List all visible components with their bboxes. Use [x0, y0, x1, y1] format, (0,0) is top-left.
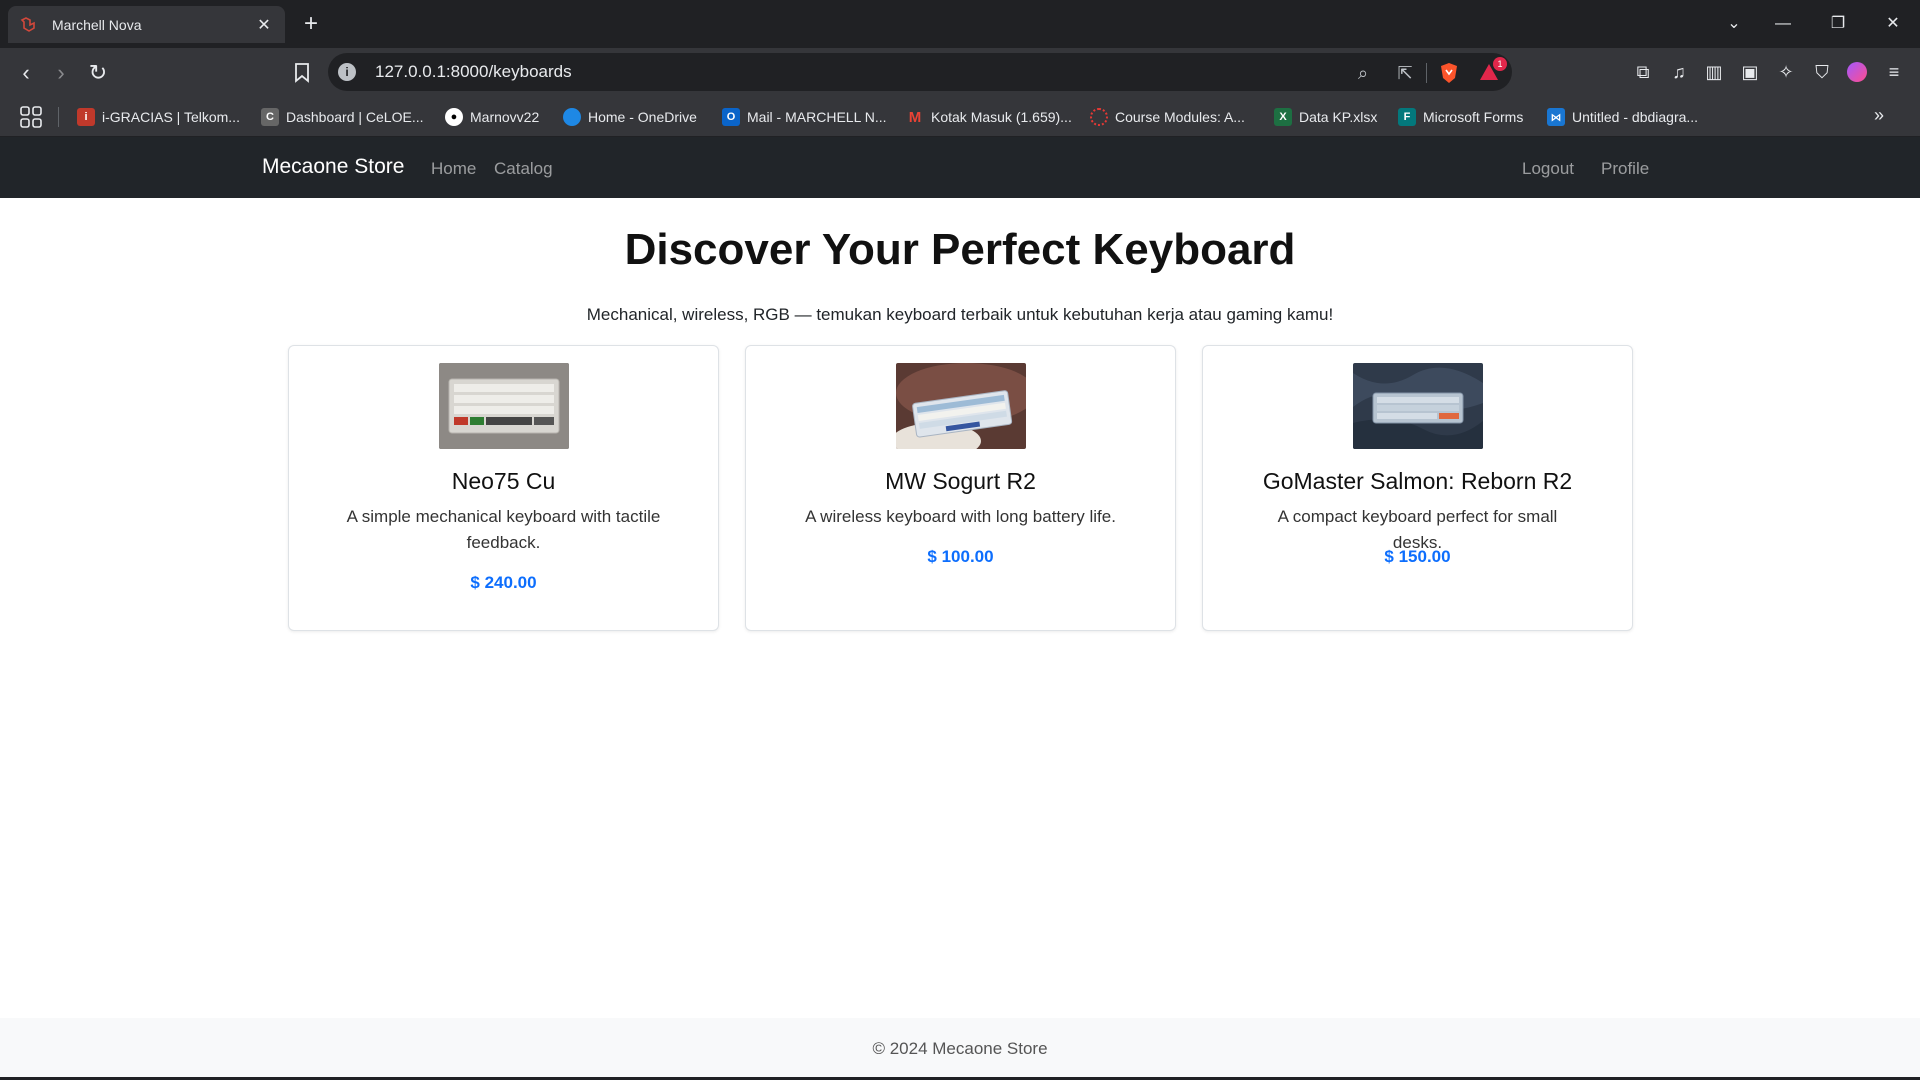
bookmark-igracias[interactable]: i i-GRACIAS | Telkom... — [77, 105, 240, 129]
extensions-puzzle-icon[interactable]: ⧉ — [1630, 59, 1656, 85]
browser-tab-strip: Marchell Nova ✕ + ⌄ — ❐ ✕ — [0, 0, 1920, 48]
zoom-icon[interactable]: ⌕ — [1352, 62, 1374, 84]
product-title[interactable]: Neo75 Cu — [289, 468, 718, 495]
forms-icon: F — [1398, 108, 1416, 126]
more-bookmarks-chevron-icon[interactable]: » — [1874, 105, 1884, 126]
restore-window-icon[interactable]: ❐ — [1826, 12, 1850, 36]
bookmarks-bar: i i-GRACIAS | Telkom... C Dashboard | Ce… — [0, 97, 1920, 137]
gmail-icon: M — [908, 108, 922, 126]
vpn-shield-icon[interactable]: ⛉ — [1809, 59, 1835, 85]
address-url[interactable]: 127.0.0.1:8000/keyboards — [375, 62, 572, 82]
product-title[interactable]: MW Sogurt R2 — [746, 468, 1175, 495]
product-image — [438, 363, 569, 449]
page-title: Discover Your Perfect Keyboard — [624, 225, 1296, 274]
new-tab-button[interactable]: + — [298, 11, 324, 37]
reload-icon[interactable]: ↻ — [84, 59, 112, 87]
site-footer: © 2024 Mecaone Store — [0, 1018, 1920, 1080]
sidebar-icon[interactable]: ▥ — [1701, 59, 1727, 85]
nav-link-catalog[interactable]: Catalog — [494, 159, 553, 179]
bookmark-celoe-dashboard[interactable]: C Dashboard | CeLOE... — [261, 105, 423, 129]
rewards-badge: 1 — [1493, 57, 1507, 71]
bookmark-label: Kotak Masuk (1.659)... — [931, 109, 1072, 125]
media-music-icon[interactable]: ♫ — [1666, 59, 1692, 85]
close-window-icon[interactable]: ✕ — [1881, 12, 1905, 36]
laravel-favicon-icon — [20, 16, 35, 32]
bookmark-data-kp[interactable]: X Data KP.xlsx — [1274, 105, 1377, 129]
bookmark-icon[interactable] — [288, 59, 316, 87]
tab-close-icon[interactable]: ✕ — [253, 14, 275, 36]
bookmark-label: Marnovv22 — [470, 109, 540, 125]
bookmark-label: Microsoft Forms — [1423, 109, 1524, 125]
nav-link-profile[interactable]: Profile — [1601, 159, 1649, 179]
forward-arrow-icon[interactable]: › — [47, 59, 75, 87]
product-price: $ 150.00 — [1384, 547, 1451, 566]
address-bar[interactable]: i 127.0.0.1:8000/keyboards ⌕ ⇱ 1 — [328, 53, 1512, 91]
onedrive-icon — [563, 108, 581, 126]
bookmark-label: Home - OneDrive — [588, 109, 697, 125]
wallet-icon[interactable]: ▣ — [1737, 59, 1763, 85]
product-description: A wireless keyboard with long battery li… — [805, 507, 1116, 526]
site-navbar: Mecaone Store Home Catalog Logout Profil… — [0, 137, 1920, 198]
product-image — [1352, 363, 1483, 449]
minimize-window-icon[interactable]: — — [1771, 12, 1795, 36]
product-price: $ 100.00 — [927, 547, 994, 566]
apps-grid-icon[interactable] — [20, 106, 42, 128]
back-arrow-icon[interactable]: ‹ — [12, 59, 40, 87]
bookmark-gmail[interactable]: M Kotak Masuk (1.659)... — [906, 105, 1072, 129]
bookmark-label: Dashboard | CeLOE... — [286, 109, 424, 125]
product-price: $ 240.00 — [470, 573, 537, 592]
outlook-icon: O — [722, 108, 740, 126]
product-title[interactable]: GoMaster Salmon: Reborn R2 — [1203, 468, 1632, 495]
dbdiagram-icon: ⋈ — [1547, 108, 1565, 126]
bookmark-microsoft-forms[interactable]: F Microsoft Forms — [1398, 105, 1523, 129]
bookmark-label: Mail - MARCHELL N... — [747, 109, 887, 125]
bookmark-label: Data KP.xlsx — [1299, 109, 1378, 125]
bookmark-onedrive[interactable]: Home - OneDrive — [563, 105, 697, 129]
celoe-icon: C — [261, 108, 279, 126]
nav-link-home[interactable]: Home — [431, 159, 476, 179]
bookmark-label: Untitled - dbdiagra... — [1572, 109, 1699, 125]
omnibox-divider — [1426, 63, 1427, 83]
product-card[interactable]: GoMaster Salmon: Reborn R2 A compact key… — [1202, 345, 1633, 631]
excel-icon: X — [1274, 108, 1292, 126]
leo-ai-icon[interactable]: ✧ — [1773, 59, 1799, 85]
tab-search-chevron-icon[interactable]: ⌄ — [1722, 12, 1746, 36]
tab-title: Marchell Nova — [52, 16, 142, 33]
footer-copyright: © 2024 Mecaone Store — [872, 1039, 1048, 1058]
product-description: A simple mechanical keyboard with tactil… — [346, 507, 661, 552]
bookmark-label: Course Modules: A... — [1115, 109, 1245, 125]
bookmarks-divider — [58, 107, 59, 127]
course-icon — [1090, 108, 1108, 126]
brave-shields-icon[interactable] — [1438, 62, 1460, 84]
page-subtitle: Mechanical, wireless, RGB — temukan keyb… — [586, 305, 1334, 324]
product-card[interactable]: MW Sogurt R2 A wireless keyboard with lo… — [745, 345, 1176, 631]
nav-link-logout[interactable]: Logout — [1522, 159, 1574, 179]
bookmark-dbdiagram[interactable]: ⋈ Untitled - dbdiagra... — [1547, 105, 1698, 129]
profile-avatar-icon[interactable] — [1844, 59, 1870, 85]
share-icon[interactable]: ⇱ — [1394, 62, 1416, 84]
browser-toolbar: ‹ › ↻ i 127.0.0.1:8000/keyboards ⌕ ⇱ 1 ⧉… — [0, 48, 1920, 97]
product-image — [895, 363, 1026, 449]
bookmark-course-modules[interactable]: Course Modules: A... — [1090, 105, 1245, 129]
bookmark-github[interactable]: ● Marnovv22 — [445, 105, 539, 129]
bookmark-outlook-mail[interactable]: O Mail - MARCHELL N... — [722, 105, 887, 129]
github-icon: ● — [445, 108, 463, 126]
site-info-icon[interactable]: i — [338, 63, 356, 81]
brand-logo[interactable]: Mecaone Store — [262, 155, 404, 179]
menu-hamburger-icon[interactable]: ≡ — [1881, 59, 1907, 85]
product-card[interactable]: Neo75 Cu A simple mechanical keyboard wi… — [288, 345, 719, 631]
bookmark-label: i-GRACIAS | Telkom... — [102, 109, 240, 125]
igracias-icon: i — [77, 108, 95, 126]
browser-tab[interactable]: Marchell Nova ✕ — [8, 6, 285, 43]
